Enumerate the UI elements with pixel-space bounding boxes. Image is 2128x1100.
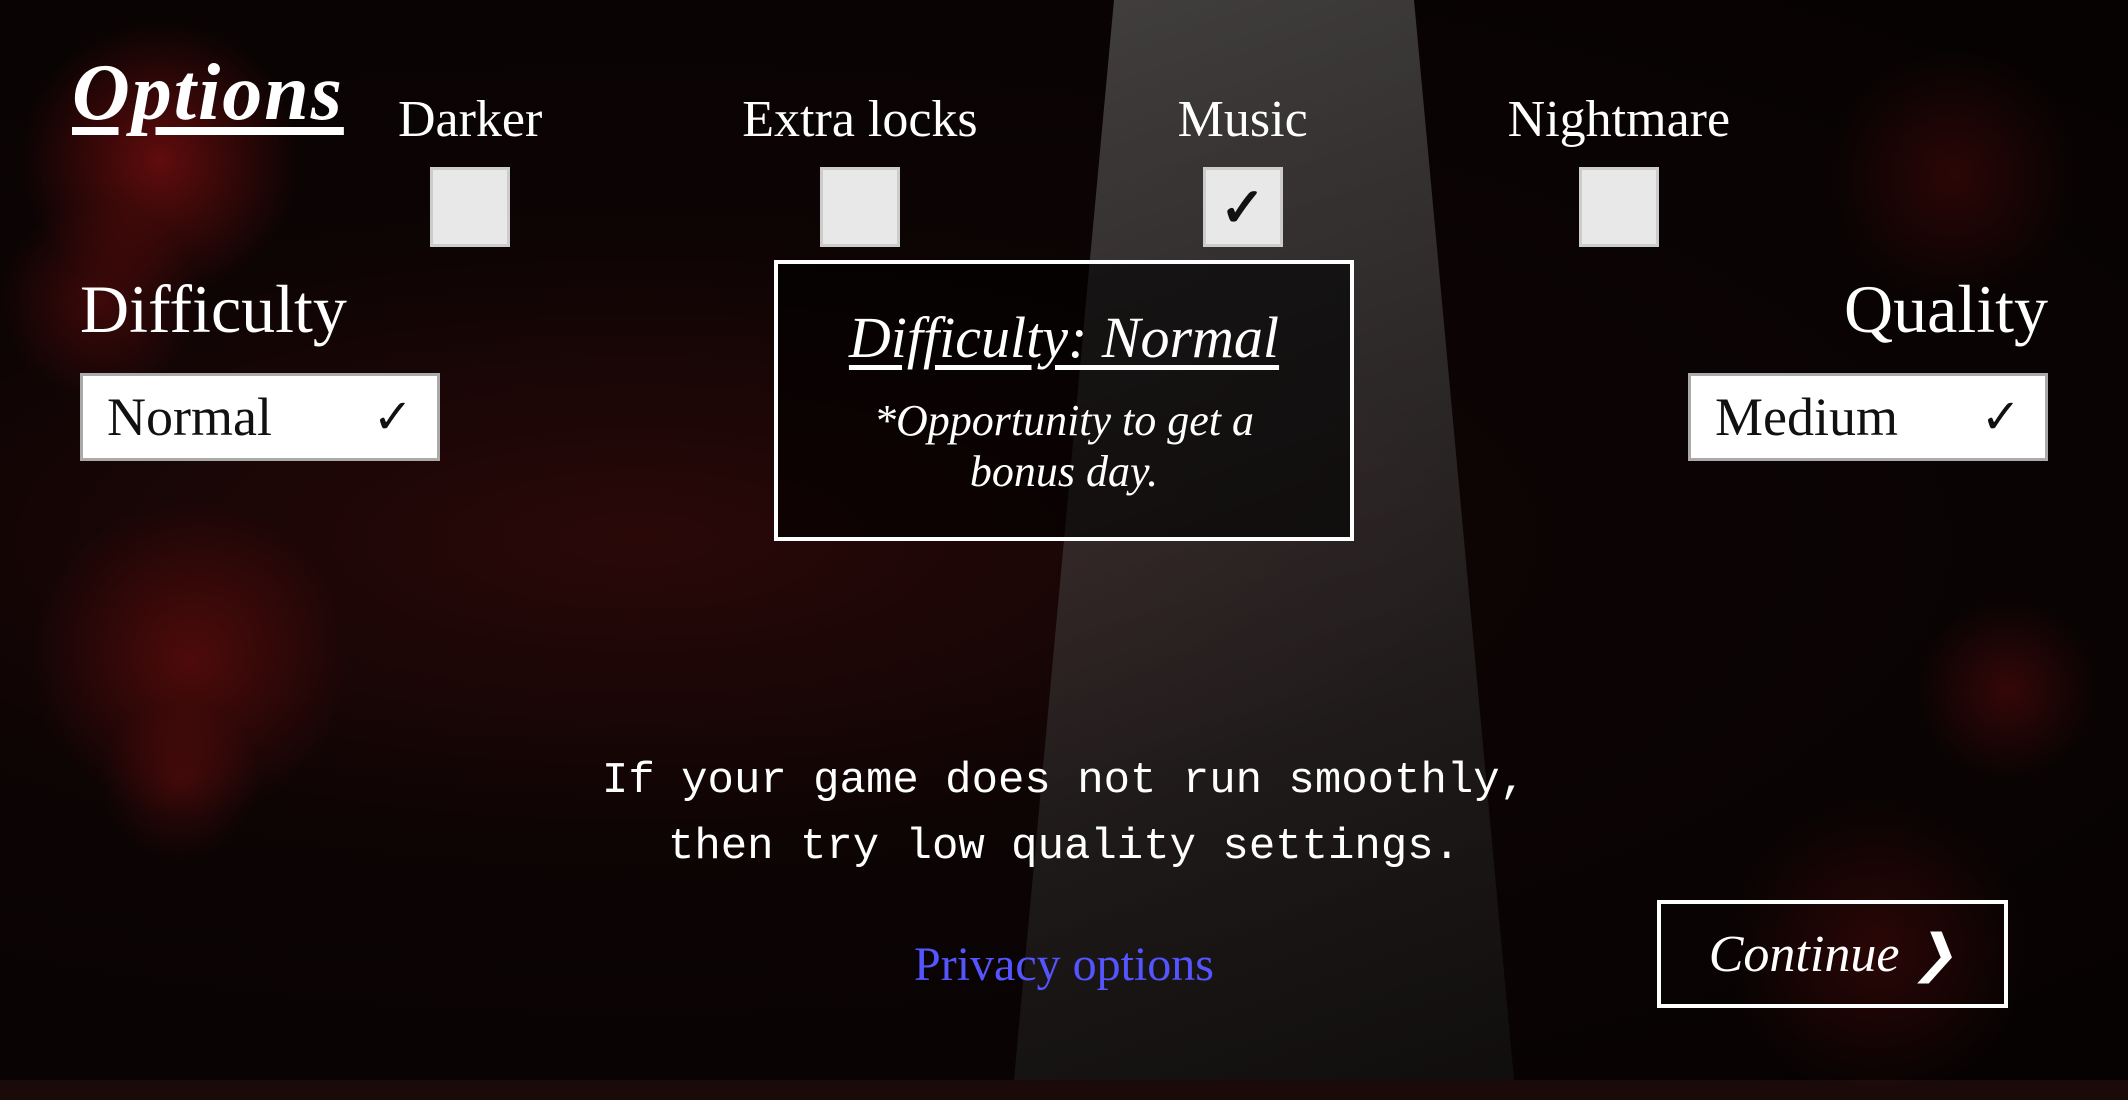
quality-panel: Quality Medium ✓ [1688, 270, 2048, 461]
quality-checkmark: ✓ [1981, 389, 2021, 445]
quality-title: Quality [1844, 270, 2048, 349]
quality-hint: If your game does not run smoothly, then… [0, 748, 2128, 880]
checkbox-group-nightmare: Nightmare [1508, 90, 1730, 247]
quality-hint-line1: If your game does not run smoothly, [602, 756, 1526, 806]
description-box: Difficulty: Normal *Opportunity to get a… [774, 260, 1354, 541]
privacy-options-link[interactable]: Privacy options [914, 937, 1214, 992]
extra-locks-checkbox[interactable] [820, 167, 900, 247]
bottom-section: If your game does not run smoothly, then… [0, 748, 2128, 880]
music-label: Music [1178, 90, 1308, 149]
extra-locks-label: Extra locks [742, 90, 977, 149]
music-checkbox[interactable] [1203, 167, 1283, 247]
difficulty-title: Difficulty [80, 270, 347, 349]
checkbox-group-darker: Darker [398, 90, 542, 247]
nightmare-label: Nightmare [1508, 90, 1730, 149]
checkbox-group-extra-locks: Extra locks [742, 90, 977, 247]
difficulty-checkmark: ✓ [373, 389, 413, 445]
continue-label: Continue [1709, 926, 1956, 983]
difficulty-panel: Difficulty Normal ✓ [80, 270, 440, 461]
middle-section: Difficulty Normal ✓ Difficulty: Normal *… [0, 260, 2128, 541]
difficulty-selected: Normal [107, 386, 272, 448]
quality-hint-line2: then try low quality settings. [668, 822, 1460, 872]
checkboxes-row: Darker Extra locks Music Nightmare [0, 90, 2128, 247]
darker-label: Darker [398, 90, 542, 149]
darker-checkbox[interactable] [430, 167, 510, 247]
content-layer: Options Darker Extra locks Music Nightma… [0, 0, 2128, 1080]
continue-button[interactable]: Continue [1657, 900, 2008, 1008]
desc-subtitle: *Opportunity to get a bonus day. [874, 396, 1254, 496]
quality-dropdown[interactable]: Medium ✓ [1688, 373, 2048, 461]
checkbox-group-music: Music [1178, 90, 1308, 247]
quality-selected: Medium [1715, 386, 1898, 448]
desc-title: Difficulty: Normal [826, 304, 1302, 371]
difficulty-dropdown[interactable]: Normal ✓ [80, 373, 440, 461]
nightmare-checkbox[interactable] [1579, 167, 1659, 247]
